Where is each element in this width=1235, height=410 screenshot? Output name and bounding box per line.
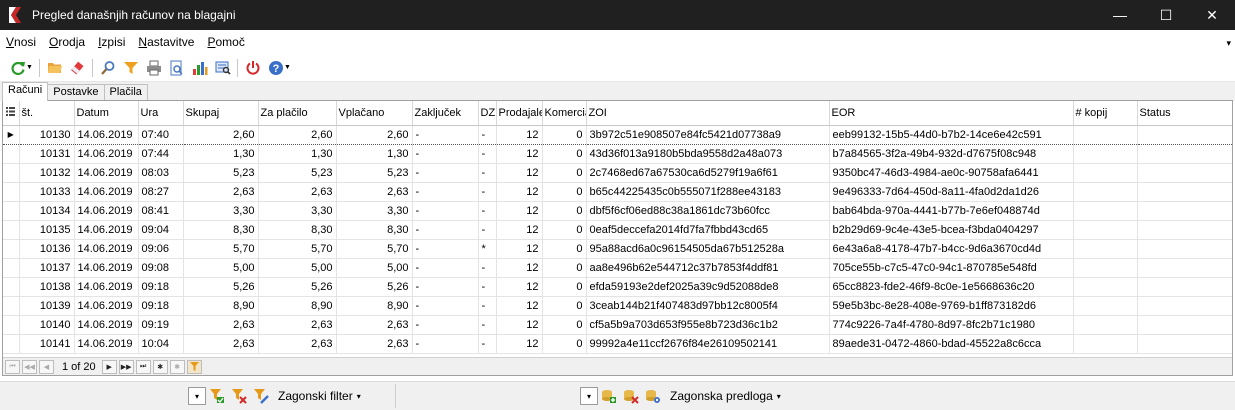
col-header-kopij[interactable]: # kopij xyxy=(1073,101,1138,126)
report-search-icon[interactable] xyxy=(211,57,234,79)
table-row[interactable]: 10134 14.06.2019 08:41 3,30 3,30 3,30- -12 0 dbf… xyxy=(3,201,1232,221)
bottom-filter-bar: ▾ Zagonski filter ▾ ▾ Zagonska predloga … xyxy=(0,381,1235,410)
record-counter: 1 of 20 xyxy=(62,360,96,373)
eraser-icon[interactable] xyxy=(66,57,89,79)
menu-nastavitve[interactable]: Nastavitve xyxy=(136,33,196,51)
menu-vnosi[interactable]: Vnosi xyxy=(4,33,38,51)
table-row[interactable]: 10139 14.06.2019 09:18 8,90 8,90 8,90- -12 0 3ce… xyxy=(3,296,1232,316)
startup-template-dropdown-icon[interactable]: ▾ xyxy=(777,392,781,401)
filter-combo-button[interactable]: ▾ xyxy=(188,387,206,405)
power-icon[interactable] xyxy=(241,57,264,79)
col-header-zoi[interactable]: ZOI xyxy=(586,101,830,126)
menu-pomoc[interactable]: Pomoč xyxy=(205,33,246,51)
minimize-button[interactable]: — xyxy=(1097,0,1143,30)
print-preview-icon[interactable] xyxy=(165,57,188,79)
menu-izpisi[interactable]: Izpisi xyxy=(96,33,127,51)
col-header-zakljucek[interactable]: Zaključek xyxy=(412,101,479,126)
template-add-icon[interactable] xyxy=(598,386,620,406)
col-header-prodajalec[interactable]: Prodajalec xyxy=(496,101,543,126)
grid-header-row: št. Datum Ura Skupaj Za plačilo Vplačano… xyxy=(3,101,1232,126)
app-logo-icon xyxy=(4,4,26,26)
tab-postavke[interactable]: Postavke xyxy=(47,84,105,101)
filter-remove-icon[interactable] xyxy=(228,386,250,406)
window-title: Pregled današnjih računov na blagajni xyxy=(32,8,236,22)
template-settings-icon[interactable] xyxy=(642,386,664,406)
folder-open-icon[interactable] xyxy=(43,57,66,79)
startup-filter-label[interactable]: Zagonski filter xyxy=(278,389,353,403)
column-chooser-icon[interactable] xyxy=(3,101,20,126)
row-indicator-icon: ▶ xyxy=(3,124,20,145)
svg-text:?: ? xyxy=(272,63,279,75)
close-button[interactable]: ✕ xyxy=(1189,0,1235,30)
col-header-st[interactable]: št. xyxy=(19,101,75,126)
print-icon[interactable] xyxy=(142,57,165,79)
startup-template-group: ▾ Zagonska predloga ▾ xyxy=(580,386,781,406)
last-record-button[interactable]: ⏭ xyxy=(135,359,151,374)
table-row[interactable]: ▶ 10130 14.06.2019 07:40 2,60 2,60 2,60- -12 0 3b… xyxy=(3,124,1232,145)
tab-racuni[interactable]: Računi xyxy=(2,82,49,101)
table-row[interactable]: 10140 14.06.2019 09:19 2,63 2,63 2,63- -12 0 cf5… xyxy=(3,315,1232,335)
table-row[interactable]: 10141 14.06.2019 10:04 2,63 2,63 2,63- -12 0 999… xyxy=(3,334,1232,354)
table-row[interactable]: 10137 14.06.2019 09:08 5,00 5,00 5,00- -12 0 aa8… xyxy=(3,258,1232,278)
col-header-status[interactable]: Status xyxy=(1137,101,1232,126)
filter-icon[interactable] xyxy=(119,57,142,79)
remove-record-button[interactable]: ✱ xyxy=(169,359,185,374)
menu-overflow-icon[interactable]: ▾ xyxy=(1226,38,1231,49)
col-header-za-placilo[interactable]: Za plačilo xyxy=(258,101,337,126)
col-header-ura[interactable]: Ura xyxy=(138,101,184,126)
invoice-grid: št. Datum Ura Skupaj Za plačilo Vplačano… xyxy=(2,100,1233,376)
find-icon[interactable] xyxy=(96,57,119,79)
prev-page-button[interactable]: ◀◀ xyxy=(22,359,37,374)
table-row[interactable]: 10131 14.06.2019 07:44 1,30 1,30 1,30- -12 0 43d… xyxy=(3,144,1232,164)
refresh-dropdown-icon[interactable]: ▼ xyxy=(26,64,34,71)
col-header-skupaj[interactable]: Skupaj xyxy=(183,101,259,126)
startup-filter-group: ▾ Zagonski filter ▾ xyxy=(188,386,361,406)
maximize-button[interactable]: ☐ xyxy=(1143,0,1189,30)
menu-bar: Vnosi Orodja Izpisi Nastavitve Pomoč ▾ xyxy=(0,30,1235,54)
toolbar: ▼ ? ▼ xyxy=(0,54,1235,82)
table-row[interactable]: 10133 14.06.2019 08:27 2,63 2,63 2,63- -12 0 b65… xyxy=(3,182,1232,202)
col-header-vplacano[interactable]: Vplačano xyxy=(336,101,413,126)
invoice-table: št. Datum Ura Skupaj Za plačilo Vplačano… xyxy=(3,101,1232,354)
tab-placila[interactable]: Plačila xyxy=(103,84,148,101)
title-bar: Pregled današnjih računov na blagajni — … xyxy=(0,0,1235,30)
filter-apply-icon[interactable] xyxy=(206,386,228,406)
menu-orodja[interactable]: Orodja xyxy=(47,33,87,51)
startup-template-label[interactable]: Zagonska predloga xyxy=(670,389,773,403)
tab-strip: Računi Postavke Plačila xyxy=(0,82,1235,101)
table-row[interactable]: 10132 14.06.2019 08:03 5,23 5,23 5,23- -12 0 2c7… xyxy=(3,163,1232,183)
col-header-eor[interactable]: EOR xyxy=(829,101,1074,126)
prev-record-button[interactable]: ◀ xyxy=(39,359,54,374)
next-page-button[interactable]: ▶▶ xyxy=(118,359,134,374)
template-remove-icon[interactable] xyxy=(620,386,642,406)
grid-navigator: ⏮ ◀◀ ◀ 1 of 20 ▶ ▶▶ ⏭ ✱ ✱ xyxy=(3,357,1232,375)
table-row[interactable]: 10136 14.06.2019 09:06 5,70 5,70 5,70- * 12 0 95a… xyxy=(3,239,1232,259)
startup-filter-dropdown-icon[interactable]: ▾ xyxy=(357,392,361,401)
col-header-dz[interactable]: DZ xyxy=(478,101,497,126)
table-row[interactable]: 10135 14.06.2019 09:04 8,30 8,30 8,30- -12 0 0ea… xyxy=(3,220,1232,240)
col-header-komercialist[interactable]: Komercialist xyxy=(542,101,587,126)
next-record-button[interactable]: ▶ xyxy=(101,359,117,374)
table-row[interactable]: 10138 14.06.2019 09:18 5,26 5,26 5,26- -12 0 efd… xyxy=(3,277,1232,297)
col-header-datum[interactable]: Datum xyxy=(74,101,139,126)
toolbar-overflow-icon[interactable]: ▼ xyxy=(284,64,292,71)
chart-icon[interactable] xyxy=(188,57,211,79)
template-combo-button[interactable]: ▾ xyxy=(580,387,598,405)
add-record-button[interactable]: ✱ xyxy=(152,359,168,374)
grid-body: ▶ 10130 14.06.2019 07:40 2,60 2,60 2,60- -12 0 3b… xyxy=(3,124,1232,354)
filter-edit-icon[interactable] xyxy=(250,386,272,406)
navigator-filter-button[interactable] xyxy=(186,359,202,374)
first-record-button[interactable]: ⏮ xyxy=(5,359,20,374)
